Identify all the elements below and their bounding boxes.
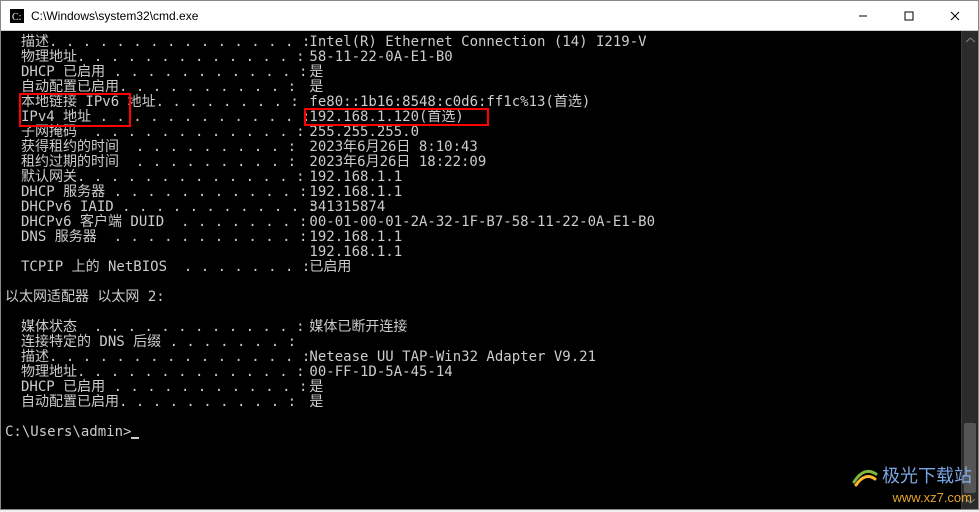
cmd-icon: C: [9, 8, 25, 24]
output-key: IPv4 地址 . . . . . . . . . . . . : [1, 110, 301, 125]
output-value: 192.168.1.1 [301, 230, 402, 245]
maximize-button[interactable] [886, 1, 932, 30]
output-value: Netease UU TAP-Win32 Adapter V9.21 [301, 350, 596, 365]
output-key: DHCP 已启用 . . . . . . . . . . . : [1, 65, 301, 80]
minimize-button[interactable] [840, 1, 886, 30]
prompt-line[interactable]: C:\Users\admin> [1, 425, 978, 440]
output-key: 子网掩码 . . . . . . . . . . . . : [1, 125, 301, 140]
output-line: 连接特定的 DNS 后缀 . . . . . . . : [1, 335, 978, 350]
window-title: C:\Windows\system32\cmd.exe [31, 9, 840, 23]
output-value: 2023年6月26日 18:22:09 [301, 155, 486, 170]
output-line: 子网掩码 . . . . . . . . . . . . : 255.255.2… [1, 125, 978, 140]
scroll-up-icon[interactable] [962, 31, 978, 48]
output-key: 获得租约的时间 . . . . . . . . . : [1, 140, 301, 155]
titlebar[interactable]: C: C:\Windows\system32\cmd.exe [1, 1, 978, 31]
output-key: DHCPv6 IAID . . . . . . . . . . . : [1, 200, 301, 215]
output-value: 192.168.1.120(首选) [301, 110, 464, 125]
cmd-window: C: C:\Windows\system32\cmd.exe 描述. . . .… [0, 0, 979, 510]
output-line: DNS 服务器 . . . . . . . . . . . : 192.168.… [1, 230, 978, 245]
window-controls [840, 1, 978, 30]
prompt-text: C:\Users\admin> [5, 424, 131, 440]
output-line: 描述. . . . . . . . . . . . . . . : Neteas… [1, 350, 978, 365]
watermark: 极光下载站 www.xz7.com [850, 462, 972, 505]
output-value: 58-11-22-0A-E1-B0 [301, 50, 453, 65]
output-line: DHCPv6 IAID . . . . . . . . . . . : 3413… [1, 200, 978, 215]
output-value: fe80::1b16:8548:c0d6:ff1c%13(首选) [301, 95, 590, 110]
output-line: 本地链接 IPv6 地址. . . . . . . . : fe80::1b16… [1, 95, 978, 110]
cursor [131, 437, 139, 439]
output-key: 物理地址. . . . . . . . . . . . . : [1, 365, 301, 380]
watermark-icon [850, 462, 878, 490]
output-line: 192.168.1.1 [1, 245, 978, 260]
output-value: 2023年6月26日 8:10:43 [301, 140, 478, 155]
scroll-down-icon[interactable] [962, 492, 978, 509]
output-value: 192.168.1.1 [301, 170, 402, 185]
blank-line [1, 410, 978, 425]
output-key: 租约过期的时间 . . . . . . . . . : [1, 155, 301, 170]
output-line: 物理地址. . . . . . . . . . . . . : 00-FF-1D… [1, 365, 978, 380]
output-line: 媒体状态 . . . . . . . . . . . . : 媒体已断开连接 [1, 320, 978, 335]
output-line: 自动配置已启用. . . . . . . . . . : 是 [1, 80, 978, 95]
output-line: 获得租约的时间 . . . . . . . . . : 2023年6月26日 8… [1, 140, 978, 155]
scrollbar[interactable] [961, 31, 978, 509]
output-value [301, 335, 309, 350]
watermark-text: 极光下载站 [882, 469, 972, 484]
output-value: 媒体已断开连接 [301, 320, 407, 335]
output-key: 自动配置已启用. . . . . . . . . . : [1, 80, 301, 95]
output-key: 描述. . . . . . . . . . . . . . . : [1, 35, 301, 50]
output-key: TCPIP 上的 NetBIOS . . . . . . . : [1, 260, 301, 275]
output-value: 00-FF-1D-5A-45-14 [301, 365, 453, 380]
output-line: 描述. . . . . . . . . . . . . . . : Intel(… [1, 35, 978, 50]
output-key: 物理地址. . . . . . . . . . . . . : [1, 50, 301, 65]
output-key: DNS 服务器 . . . . . . . . . . . : [1, 230, 301, 245]
output-key: 自动配置已启用. . . . . . . . . . : [1, 395, 301, 410]
output-value: 是 [301, 80, 323, 95]
output-value: 是 [301, 380, 323, 395]
terminal-output[interactable]: 描述. . . . . . . . . . . . . . . : Intel(… [1, 31, 978, 509]
output-line: 租约过期的时间 . . . . . . . . . : 2023年6月26日 1… [1, 155, 978, 170]
output-value: 192.168.1.1 [301, 185, 402, 200]
output-value: 是 [301, 395, 323, 410]
output-value: 255.255.255.0 [301, 125, 419, 140]
output-line: DHCP 已启用 . . . . . . . . . . . : 是 [1, 380, 978, 395]
blank-line [1, 305, 978, 320]
blank-line [1, 275, 978, 290]
output-key: 本地链接 IPv6 地址. . . . . . . . : [1, 95, 301, 110]
output-line: IPv4 地址 . . . . . . . . . . . . : 192.16… [1, 110, 978, 125]
output-line: DHCP 已启用 . . . . . . . . . . . : 是 [1, 65, 978, 80]
output-key: DHCP 服务器 . . . . . . . . . . . : [1, 185, 301, 200]
svg-text:C:: C: [12, 12, 21, 23]
output-key: DHCPv6 客户端 DUID . . . . . . . : [1, 215, 301, 230]
output-line: 默认网关. . . . . . . . . . . . . : 192.168.… [1, 170, 978, 185]
adapter-header: 以太网适配器 以太网 2: [1, 290, 978, 305]
output-line: TCPIP 上的 NetBIOS . . . . . . . : 已启用 [1, 260, 978, 275]
output-key: 媒体状态 . . . . . . . . . . . . : [1, 320, 301, 335]
output-value: 192.168.1.1 [301, 245, 402, 260]
output-line: 物理地址. . . . . . . . . . . . . : 58-11-22… [1, 50, 978, 65]
output-line: 自动配置已启用. . . . . . . . . . : 是 [1, 395, 978, 410]
output-line: DHCP 服务器 . . . . . . . . . . . : 192.168… [1, 185, 978, 200]
output-value: 是 [301, 65, 323, 80]
output-value: 00-01-00-01-2A-32-1F-B7-58-11-22-0A-E1-B… [301, 215, 655, 230]
scroll-thumb[interactable] [964, 423, 976, 493]
output-value: 341315874 [301, 200, 385, 215]
output-line: DHCPv6 客户端 DUID . . . . . . . : 00-01-00… [1, 215, 978, 230]
output-key: 默认网关. . . . . . . . . . . . . : [1, 170, 301, 185]
output-key: DHCP 已启用 . . . . . . . . . . . : [1, 380, 301, 395]
watermark-url: www.xz7.com [850, 490, 972, 505]
output-value: 已启用 [301, 260, 351, 275]
close-button[interactable] [932, 1, 978, 30]
output-key: 描述. . . . . . . . . . . . . . . : [1, 350, 301, 365]
output-key: 连接特定的 DNS 后缀 . . . . . . . : [1, 335, 301, 350]
output-value: Intel(R) Ethernet Connection (14) I219-V [301, 35, 647, 50]
